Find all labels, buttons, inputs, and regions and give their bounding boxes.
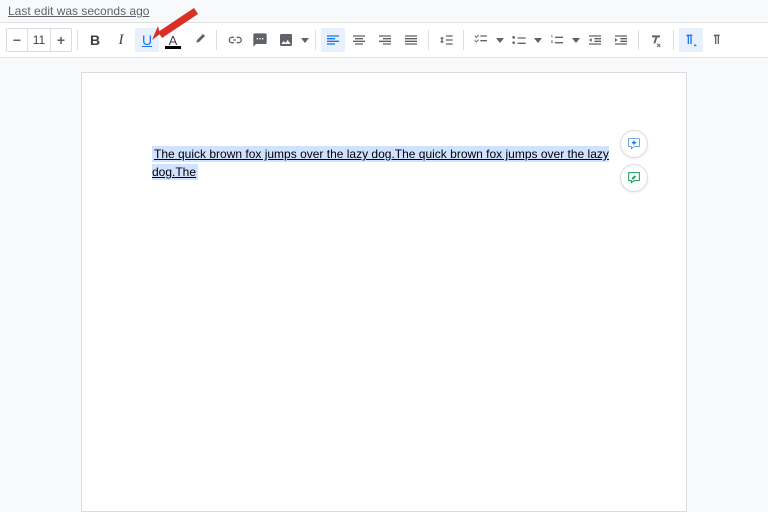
workspace: The quick brown fox jumps over the lazy … — [0, 58, 768, 512]
highlight-button[interactable] — [187, 28, 211, 52]
align-center-button[interactable] — [347, 28, 371, 52]
separator — [216, 30, 217, 50]
suggest-edits-button[interactable] — [620, 164, 648, 192]
document-text[interactable]: The quick brown fox jumps over the lazy … — [152, 146, 609, 180]
italic-button[interactable]: I — [109, 28, 133, 52]
decrease-font-button[interactable]: − — [7, 29, 27, 51]
checklist-dropdown-icon[interactable] — [495, 38, 505, 43]
clear-formatting-button[interactable] — [644, 28, 668, 52]
underline-button[interactable]: U — [135, 28, 159, 52]
ltr-button[interactable] — [679, 28, 703, 52]
document-page[interactable]: The quick brown fox jumps over the lazy … — [81, 72, 687, 512]
separator — [463, 30, 464, 50]
increase-font-button[interactable]: + — [51, 29, 71, 51]
decrease-indent-button[interactable] — [583, 28, 607, 52]
text-color-button[interactable]: A — [161, 28, 185, 52]
separator — [77, 30, 78, 50]
align-right-button[interactable] — [373, 28, 397, 52]
last-edit-link[interactable]: Last edit was seconds ago — [0, 0, 157, 22]
insert-comment-button[interactable] — [248, 28, 272, 52]
toolbar: − 11 + B I U A — [0, 22, 768, 58]
bulleted-dropdown-icon[interactable] — [533, 38, 543, 43]
separator — [673, 30, 674, 50]
text-color-swatch — [165, 46, 181, 49]
insert-link-button[interactable] — [222, 28, 246, 52]
bulleted-list-button[interactable] — [507, 28, 531, 52]
bold-button[interactable]: B — [83, 28, 107, 52]
numbered-dropdown-icon[interactable] — [571, 38, 581, 43]
font-size-control: − 11 + — [6, 28, 72, 52]
numbered-list-button[interactable] — [545, 28, 569, 52]
insert-image-button[interactable] — [274, 28, 298, 52]
separator — [638, 30, 639, 50]
side-buttons — [620, 130, 648, 192]
separator — [315, 30, 316, 50]
font-size-input[interactable]: 11 — [27, 29, 51, 51]
rtl-button[interactable] — [705, 28, 729, 52]
align-justify-button[interactable] — [399, 28, 423, 52]
image-dropdown-icon[interactable] — [300, 38, 310, 43]
align-left-button[interactable] — [321, 28, 345, 52]
separator — [428, 30, 429, 50]
line-spacing-button[interactable] — [434, 28, 458, 52]
add-comment-button[interactable] — [620, 130, 648, 158]
checklist-button[interactable] — [469, 28, 493, 52]
increase-indent-button[interactable] — [609, 28, 633, 52]
